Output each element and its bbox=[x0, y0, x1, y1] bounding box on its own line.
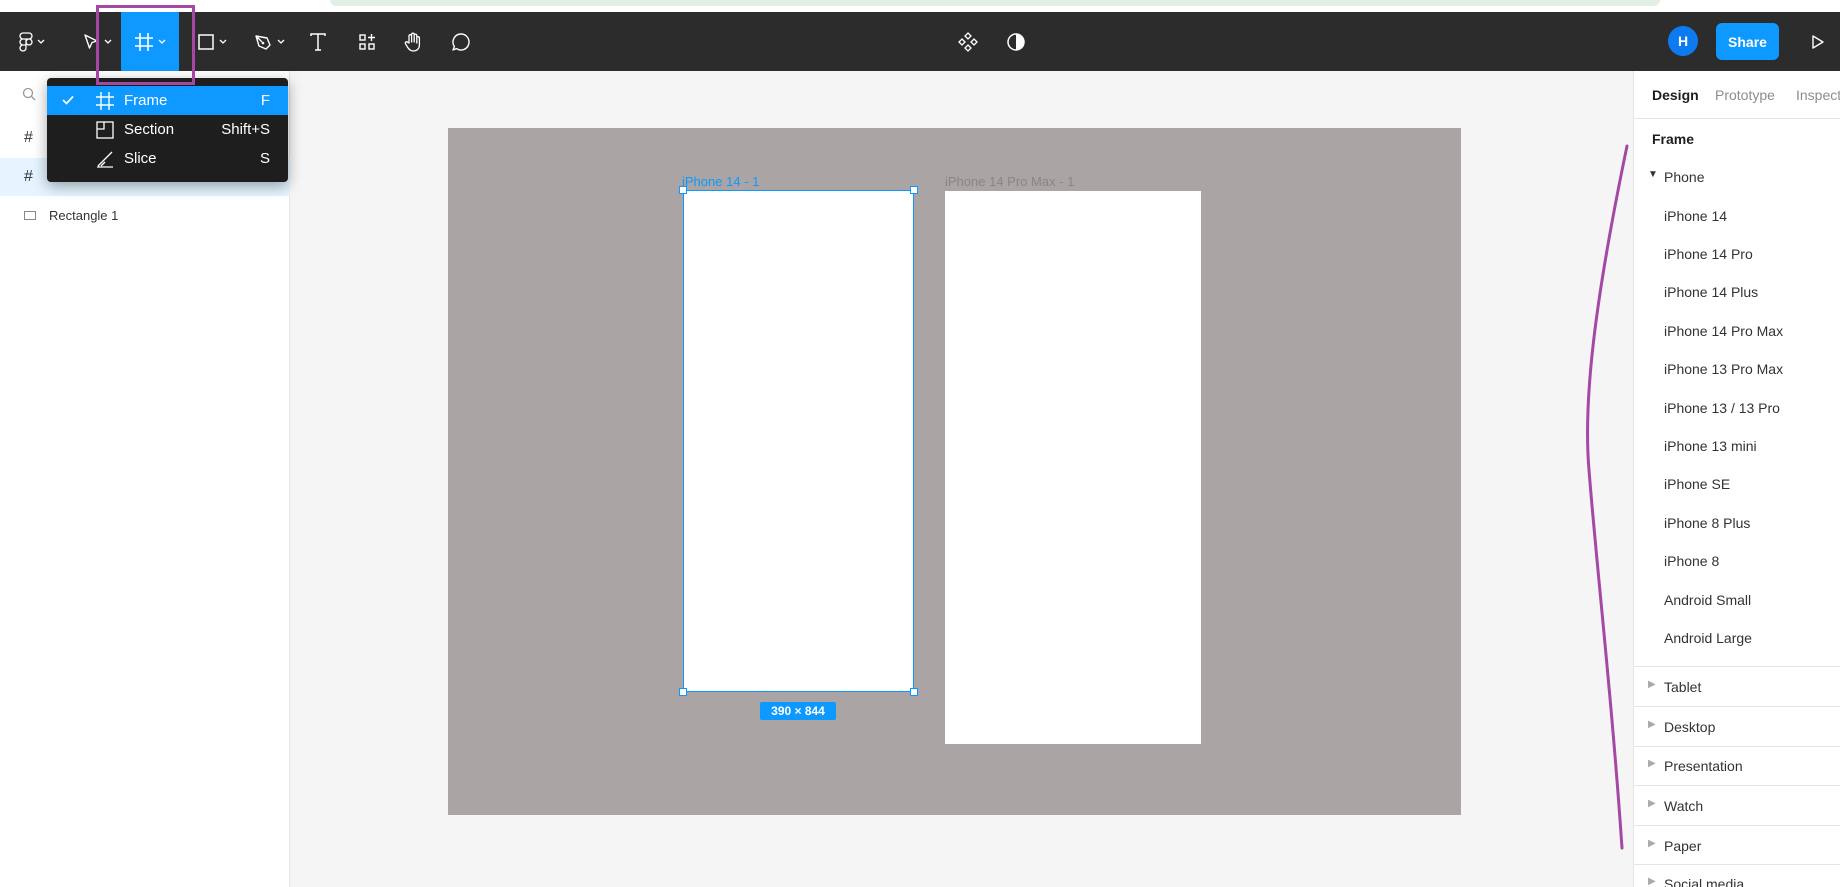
menu-item-frame[interactable]: Frame F bbox=[47, 86, 288, 115]
caret-right-icon: ▶ bbox=[1648, 719, 1656, 730]
caret-right-icon: ▶ bbox=[1648, 679, 1656, 690]
divider bbox=[1634, 666, 1840, 667]
tab-inspect[interactable]: Inspect bbox=[1796, 87, 1840, 103]
comment-tool-button[interactable] bbox=[446, 12, 476, 71]
caret-right-icon: ▶ bbox=[1648, 876, 1656, 887]
check-icon bbox=[62, 95, 74, 105]
chevron-down-icon bbox=[158, 39, 166, 44]
text-icon bbox=[310, 32, 326, 51]
resize-handle-top-left[interactable] bbox=[679, 186, 687, 194]
section-icon bbox=[96, 121, 114, 139]
preset-iphone-se[interactable]: iPhone SE bbox=[1664, 476, 1730, 492]
frame-hash-icon: # bbox=[24, 168, 33, 185]
resize-handle-bottom-left[interactable] bbox=[679, 688, 687, 696]
caret-right-icon: ▶ bbox=[1648, 798, 1656, 809]
share-button[interactable]: Share bbox=[1716, 23, 1779, 60]
preset-iphone-13-pro-max[interactable]: iPhone 13 Pro Max bbox=[1664, 361, 1783, 377]
rectangle-icon bbox=[24, 211, 36, 220]
hand-icon bbox=[404, 32, 421, 52]
slice-icon bbox=[97, 151, 113, 168]
frame-tool-button[interactable] bbox=[121, 12, 179, 71]
hand-tool-button[interactable] bbox=[398, 12, 428, 71]
frame1-label[interactable]: iPhone 14 - 1 bbox=[682, 174, 759, 189]
divider bbox=[1634, 746, 1840, 747]
preset-iphone-14-plus[interactable]: iPhone 14 Plus bbox=[1664, 284, 1758, 300]
move-tool-button[interactable] bbox=[74, 12, 120, 71]
preset-android-large[interactable]: Android Large bbox=[1664, 630, 1752, 646]
preset-iphone-14-pro-max[interactable]: iPhone 14 Pro Max bbox=[1664, 323, 1783, 339]
resources-icon bbox=[359, 33, 375, 50]
frame-tool-menu: Frame F Section Shift+S Slice S bbox=[47, 78, 288, 182]
rectangle-icon bbox=[198, 33, 214, 50]
component-icon bbox=[958, 31, 978, 52]
present-button[interactable] bbox=[1803, 12, 1833, 71]
preset-android-small[interactable]: Android Small bbox=[1664, 592, 1751, 608]
user-avatar[interactable]: H bbox=[1668, 26, 1698, 56]
iphone-14-frame[interactable] bbox=[683, 190, 914, 692]
panel-title: Frame bbox=[1652, 131, 1695, 147]
figma-logo-icon bbox=[19, 31, 33, 52]
size-badge: 390 × 844 bbox=[760, 702, 836, 720]
resize-handle-bottom-right[interactable] bbox=[910, 688, 918, 696]
chevron-down-icon bbox=[277, 39, 285, 44]
browser-strip bbox=[0, 0, 1840, 12]
frame-hash-icon bbox=[96, 92, 114, 110]
chevron-down-icon bbox=[104, 39, 112, 44]
search-icon bbox=[22, 87, 36, 101]
preset-iphone-8-plus[interactable]: iPhone 8 Plus bbox=[1664, 515, 1750, 531]
properties-panel: Design Prototype Inspect Frame ▼ Phone i… bbox=[1633, 71, 1840, 887]
frame-hash-icon bbox=[135, 32, 153, 51]
panel-tabs: Design Prototype Inspect bbox=[1634, 71, 1840, 119]
layer-label: Rectangle 1 bbox=[49, 207, 119, 223]
pen-icon bbox=[255, 34, 271, 50]
preset-iphone-8[interactable]: iPhone 8 bbox=[1664, 553, 1719, 569]
main-menu-button[interactable] bbox=[12, 12, 52, 71]
caret-down-icon: ▼ bbox=[1648, 169, 1658, 180]
contrast-icon bbox=[1007, 32, 1025, 51]
play-icon bbox=[1812, 34, 1824, 49]
resources-button[interactable] bbox=[352, 12, 382, 71]
tab-design[interactable]: Design bbox=[1652, 87, 1699, 103]
caret-right-icon: ▶ bbox=[1648, 758, 1656, 769]
toolbar: H Share bbox=[0, 12, 1840, 71]
layers-panel: # # Rectangle 1 bbox=[0, 71, 290, 887]
chevron-down-icon bbox=[219, 39, 227, 44]
frame-hash-icon: # bbox=[24, 129, 33, 146]
preset-iphone-14[interactable]: iPhone 14 bbox=[1664, 208, 1727, 224]
shape-tool-button[interactable] bbox=[190, 12, 234, 71]
divider bbox=[1634, 706, 1840, 707]
pen-tool-button[interactable] bbox=[248, 12, 290, 71]
menu-item-slice[interactable]: Slice S bbox=[47, 144, 288, 173]
divider bbox=[1634, 785, 1840, 786]
caret-right-icon: ▶ bbox=[1648, 838, 1656, 849]
text-tool-button[interactable] bbox=[303, 12, 333, 71]
preset-iphone-13-13-pro[interactable]: iPhone 13 / 13 Pro bbox=[1664, 400, 1780, 416]
iphone-14-pro-max-frame[interactable] bbox=[945, 191, 1201, 744]
chevron-down-icon bbox=[37, 39, 45, 44]
divider bbox=[1634, 825, 1840, 826]
layer-row-rectangle[interactable]: Rectangle 1 bbox=[0, 196, 290, 234]
tab-prototype[interactable]: Prototype bbox=[1715, 87, 1775, 103]
divider bbox=[1634, 864, 1840, 865]
theme-toggle-button[interactable] bbox=[1001, 12, 1031, 71]
search-layers-button[interactable] bbox=[22, 87, 36, 106]
comment-icon bbox=[452, 32, 470, 51]
resize-handle-top-right[interactable] bbox=[910, 186, 918, 194]
preset-iphone-14-pro[interactable]: iPhone 14 Pro bbox=[1664, 246, 1753, 262]
browser-url-bar bbox=[330, 0, 1660, 6]
frame2-label[interactable]: iPhone 14 Pro Max - 1 bbox=[945, 174, 1074, 189]
menu-item-section[interactable]: Section Shift+S bbox=[47, 115, 288, 144]
components-button[interactable] bbox=[953, 12, 983, 71]
preset-iphone-13-mini[interactable]: iPhone 13 mini bbox=[1664, 438, 1757, 454]
pointer-icon bbox=[84, 33, 98, 49]
